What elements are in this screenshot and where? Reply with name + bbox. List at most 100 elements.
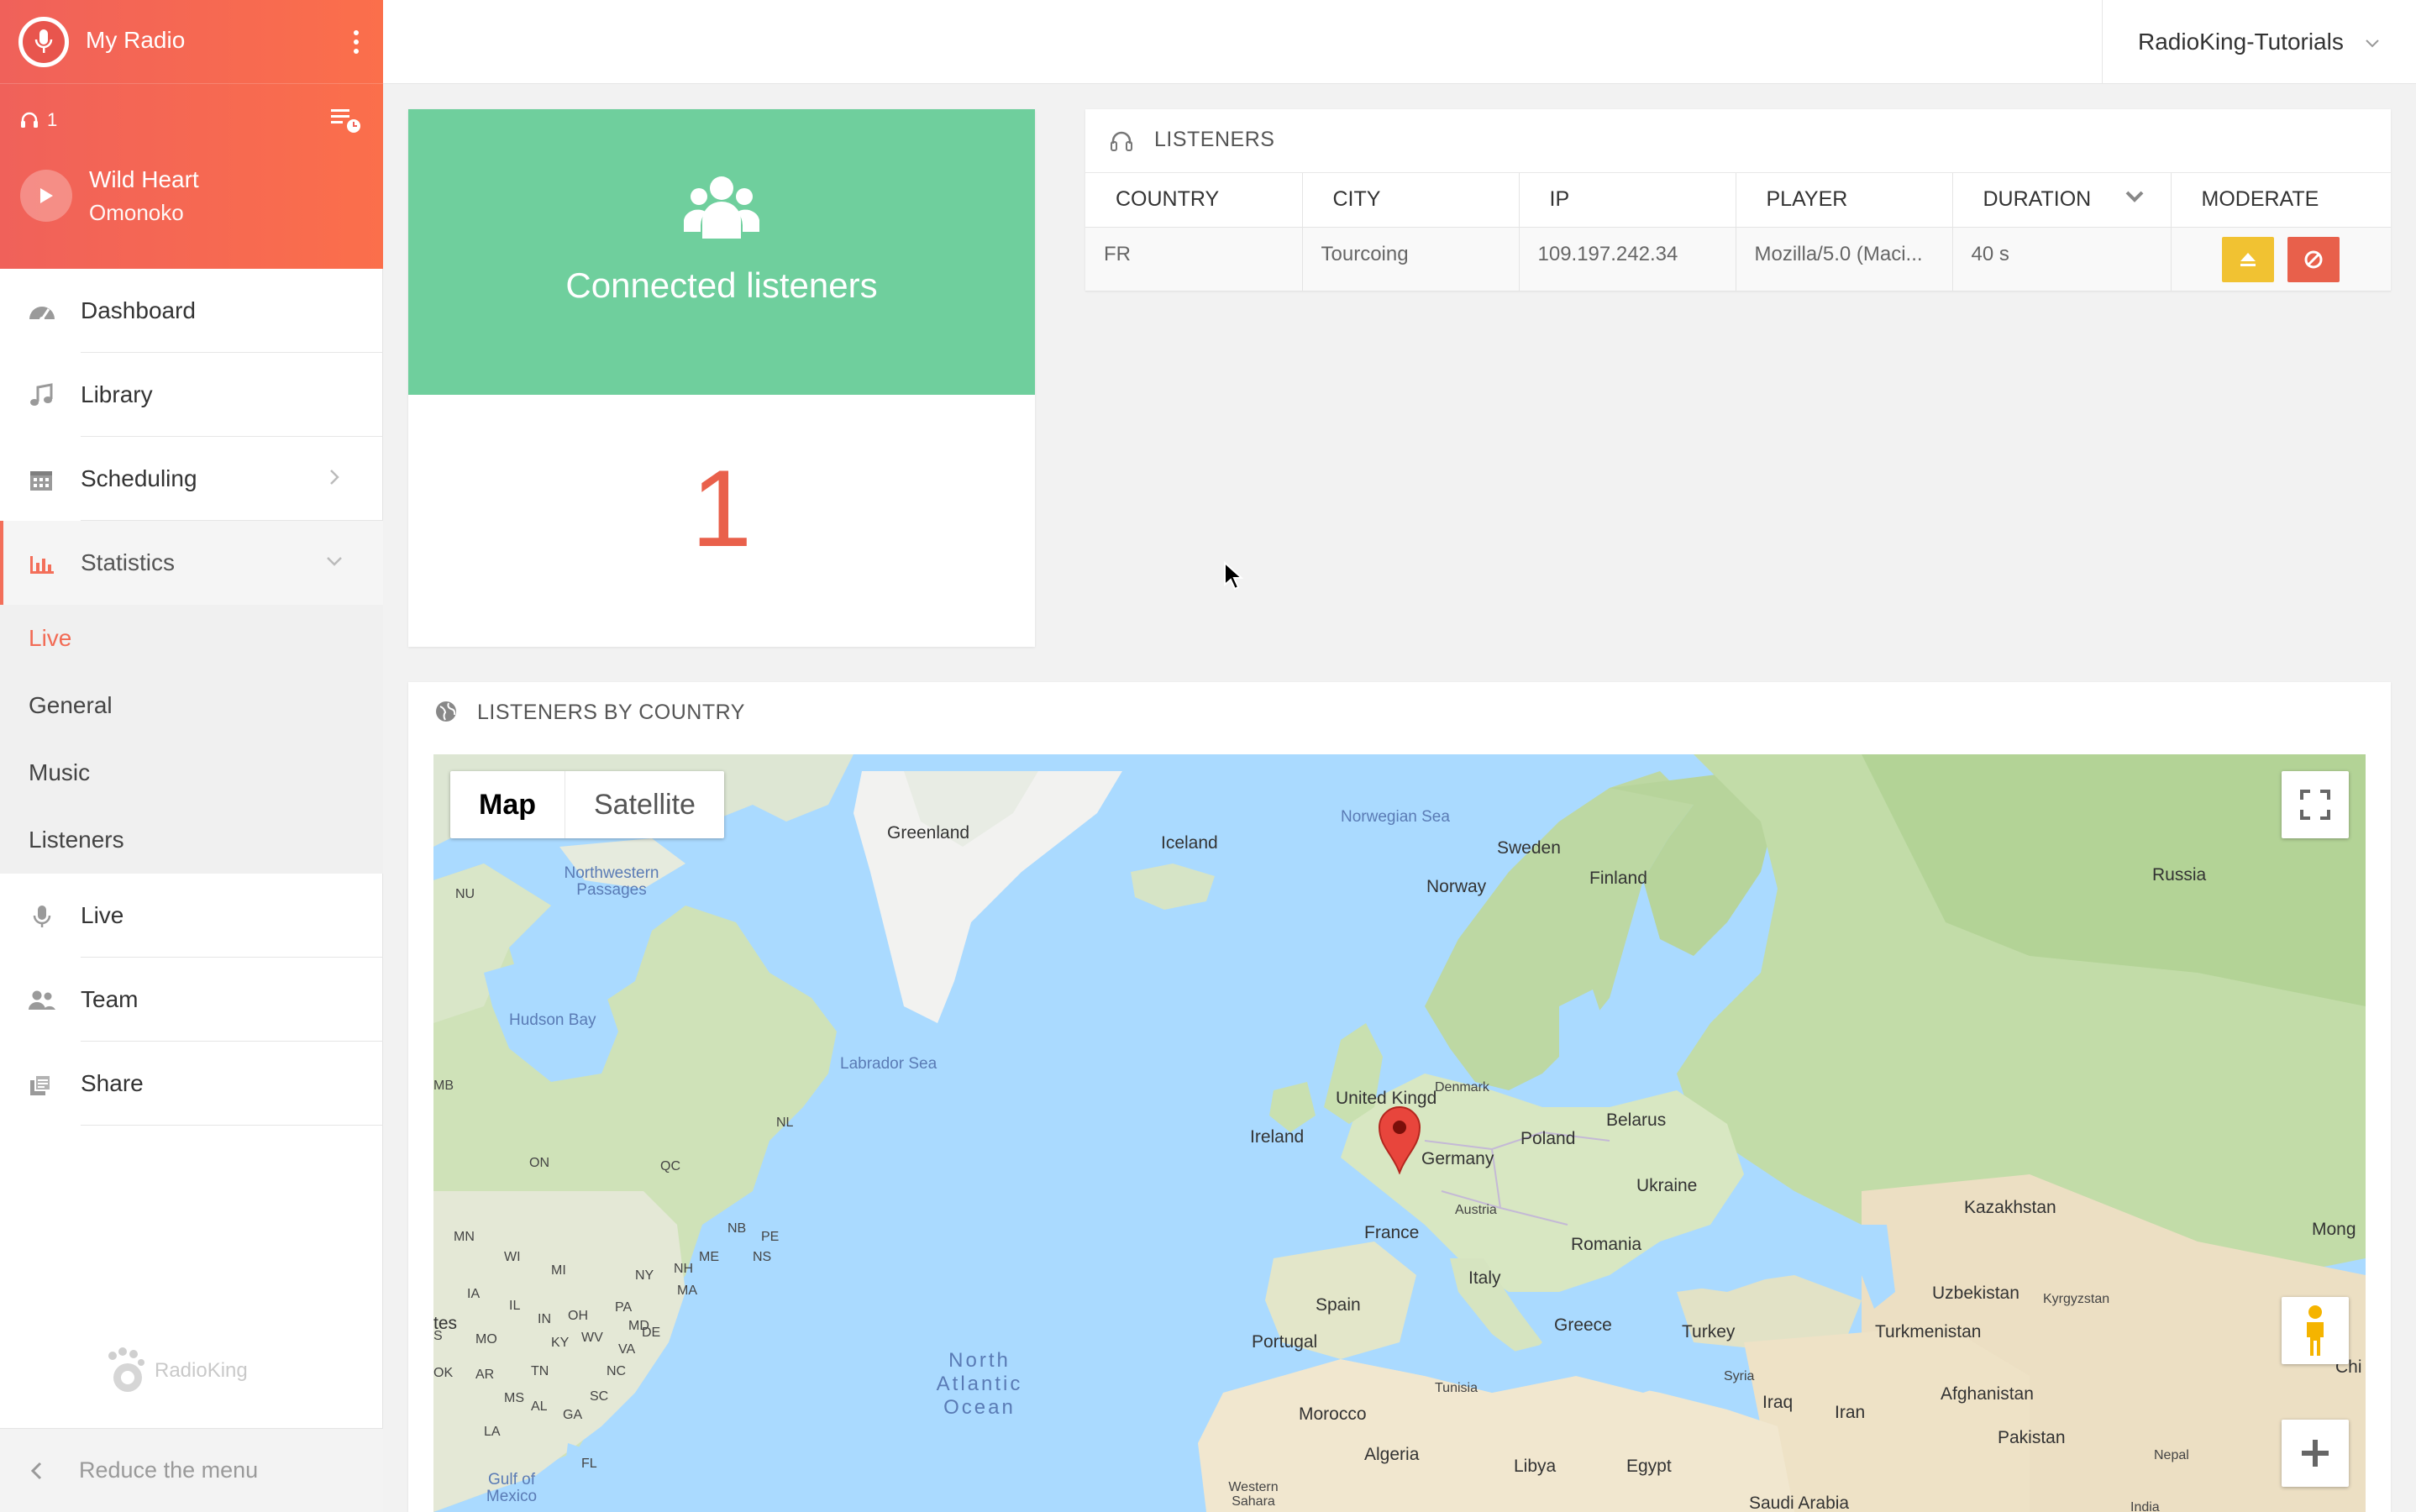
subnav-item-music[interactable]: Music [0,739,383,806]
cell-country: FR [1085,226,1303,291]
map-label: Gulf of Mexico [486,1471,538,1505]
nav-label: Dashboard [81,297,196,323]
nav-label: Library [81,381,153,407]
map-label: Libya [1514,1457,1557,1476]
column-header-country[interactable]: COUNTRY [1085,173,1303,228]
map-label: NL [776,1116,794,1130]
subnav-item-live[interactable]: Live [0,605,383,672]
subnav-item-general[interactable]: General [0,672,383,739]
table-row: FR Tourcoing 109.197.242.34 Mozilla/5.0 … [1085,226,2391,291]
card-header: LISTENERS BY COUNTRY [408,682,2391,754]
eject-icon [2240,252,2256,266]
map-label: MN [454,1230,475,1244]
map-label: Ireland [1250,1127,1305,1147]
listeners-count: 1 [20,109,57,131]
map-label: Western Sahara [1228,1480,1279,1509]
world-map[interactable]: Greenland Iceland Norwegian Sea Sweden F… [433,754,2366,1512]
pegman-icon [2307,1305,2324,1356]
map-label: Nepal [2154,1448,2189,1462]
map-label: AR [475,1368,495,1382]
cell-duration: 40 s [1951,226,2172,291]
map-label: Finland [1589,869,1647,888]
more-options-icon[interactable] [348,25,365,59]
nav-item-scheduling[interactable]: Scheduling [0,437,383,521]
microphone-icon [33,906,51,927]
calendar-icon [30,471,52,491]
map-label: North Atlantic Ocean [936,1349,1023,1419]
radio-selector[interactable]: My Radio [0,0,383,84]
map-label: Spain [1316,1295,1361,1315]
map-label: Syria [1724,1369,1755,1383]
top-bar: RadioKing-Tutorials [383,0,2416,84]
eject-listener-button[interactable] [2221,236,2274,282]
connected-listeners-count: 1 [691,447,753,570]
location-marker-icon[interactable] [1376,1104,1423,1174]
map-label: MB [433,1079,454,1093]
plus-icon [2302,1440,2329,1467]
map-label: Uzbekistan [1932,1284,2019,1303]
nav-item-share[interactable]: Share [0,1042,383,1126]
nav-item-dashboard[interactable]: Dashboard [0,269,383,353]
map-label: WI [504,1250,521,1264]
column-header-ip[interactable]: IP [1518,173,1736,228]
map-label: Italy [1468,1268,1501,1288]
map-label: DE [642,1326,661,1340]
queue-history-icon[interactable] [329,106,363,134]
street-view-pegman[interactable] [2282,1297,2349,1364]
nav-item-live[interactable]: Live [0,874,383,958]
zoom-in-button[interactable] [2282,1420,2349,1487]
radio-logo [18,17,69,67]
map-label: Greece [1554,1315,1612,1335]
reduce-menu-button[interactable]: Reduce the menu [0,1428,383,1512]
map-label: OK [433,1366,454,1380]
nav-label: Live [81,902,124,928]
ban-listener-button[interactable] [2287,236,2340,282]
map-label: PE [761,1230,780,1244]
map-label: Mong [2312,1220,2356,1239]
map-label: SC [590,1389,609,1404]
map-label: Turkmenistan [1875,1322,1982,1341]
column-header-city[interactable]: CITY [1301,173,1520,228]
map-label: NU [455,887,475,901]
map-type-map-button[interactable]: Map [450,771,565,838]
map-type-satellite-button[interactable]: Satellite [565,771,724,838]
map-label: Labrador Sea [840,1055,938,1073]
headphones-icon [21,112,38,128]
cell-moderate [2170,226,2391,291]
map-label: Portugal [1252,1332,1318,1352]
sort-descending-icon[interactable] [2124,186,2146,207]
map-label: Romania [1571,1235,1642,1254]
map-label: NH [674,1262,694,1276]
play-icon [40,188,53,203]
map-label: ON [529,1156,549,1170]
map-label: ME [699,1250,719,1264]
column-header-duration[interactable]: DURATION [1951,173,2172,228]
nav-item-statistics[interactable]: Statistics [0,521,383,605]
share-icon [30,1074,51,1095]
fullscreen-button[interactable] [2282,771,2349,838]
fullscreen-icon [2300,790,2330,820]
map-label: Egypt [1626,1457,1672,1476]
map-label: FL [581,1457,597,1471]
nav-item-team[interactable]: Team [0,958,383,1042]
radio-header: My Radio 1 Wild Heart Omonoko [0,0,383,269]
ban-icon [2304,250,2322,268]
map-label: NS [753,1250,772,1264]
account-dropdown[interactable]: RadioKing-Tutorials [2102,0,2416,84]
reduce-menu-label: Reduce the menu [79,1457,259,1483]
nav-item-library[interactable]: Library [0,353,383,437]
map-label: Kyrgyzstan [2043,1292,2110,1306]
map-label: Iran [1835,1403,1866,1422]
column-header-player[interactable]: PLAYER [1735,173,1953,228]
listeners-count-value: 1 [47,109,58,130]
map-label: TN [531,1364,549,1378]
map-label: Pakistan [1998,1428,2066,1447]
chevron-down-icon [327,557,342,566]
map-label: Tunisia [1435,1381,1478,1395]
nav-label: Team [81,986,139,1012]
map-label: GA [563,1408,583,1422]
map-label: KY [551,1336,570,1350]
play-button[interactable] [20,170,72,222]
subnav-item-listeners[interactable]: Listeners [0,806,383,874]
map-label: Afghanistan [1941,1384,2034,1404]
